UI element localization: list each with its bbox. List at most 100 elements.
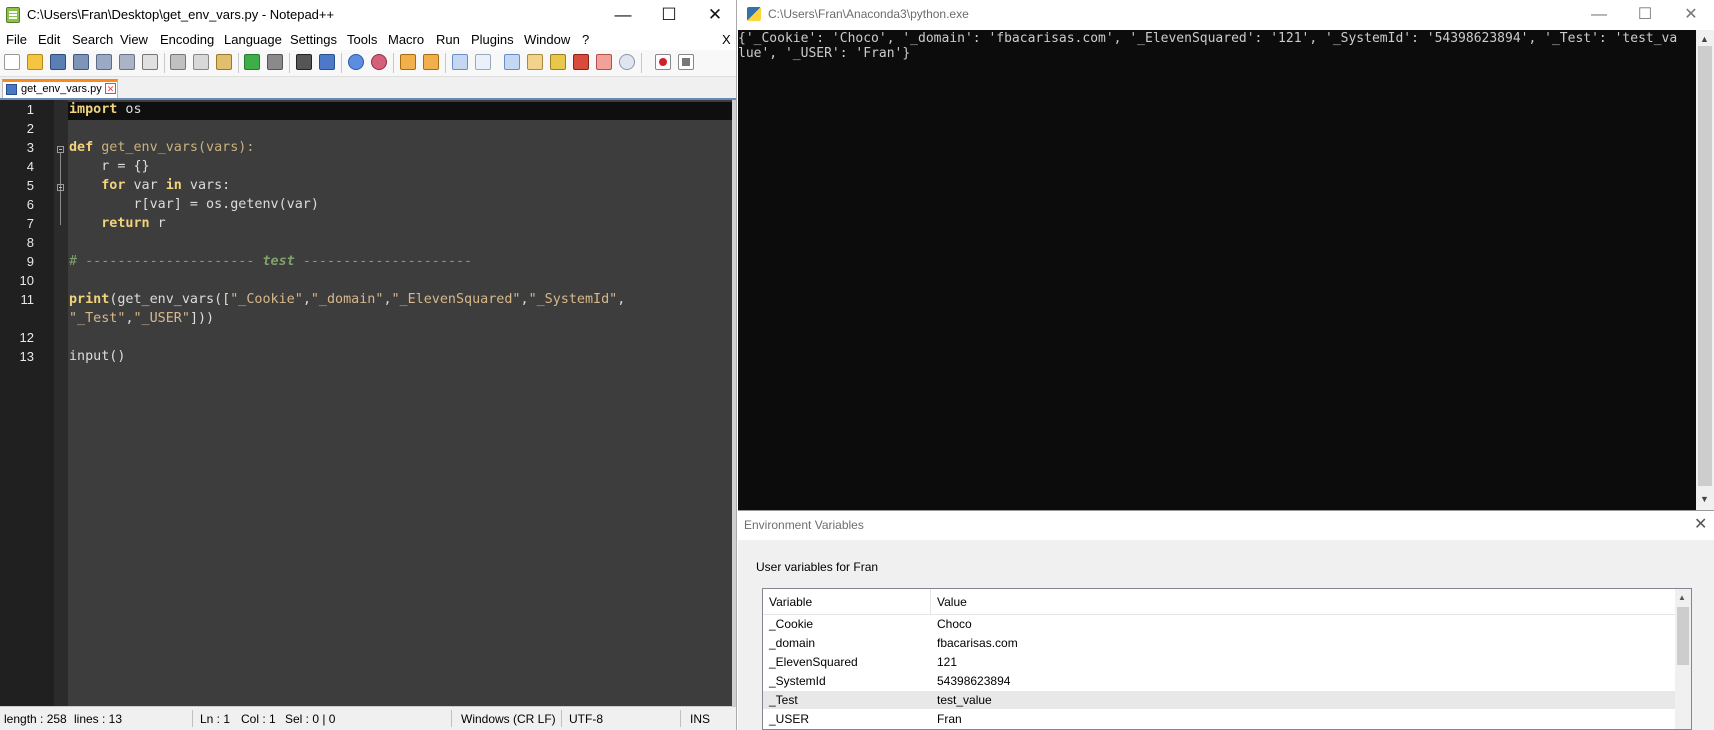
menu-settings[interactable]: Settings (290, 32, 337, 47)
code-line-11: print(get_env_vars(["_Cookie","_domain",… (69, 292, 626, 307)
status-separator (451, 710, 452, 727)
line-number: 2 (26, 121, 34, 136)
table-row-selected[interactable]: _Test test_value (763, 691, 1675, 709)
save-icon[interactable] (50, 54, 66, 70)
scroll-down-icon[interactable]: ▼ (1700, 494, 1709, 504)
menu-help[interactable]: ? (582, 32, 589, 47)
notepad-titlebar: C:\Users\Fran\Desktop\get_env_vars.py - … (0, 0, 736, 30)
dialog-title: Environment Variables (744, 518, 864, 532)
record-macro-icon[interactable] (655, 54, 671, 70)
table-row[interactable]: _ElevenSquared 121 (763, 653, 1675, 671)
notepad-toolbar (0, 50, 736, 77)
column-header-value[interactable]: Value (937, 595, 967, 609)
status-insert-mode: INS (690, 712, 711, 726)
line-number: 12 (19, 330, 34, 345)
close-document-button[interactable]: X (722, 32, 731, 47)
list-scrollbar[interactable]: ▲ (1675, 589, 1691, 729)
user-variables-list[interactable]: Variable Value _Cookie Choco _domain fbaca… (762, 588, 1692, 730)
console-scrollbar[interactable]: ▲ ▼ (1696, 30, 1714, 510)
cut-icon[interactable] (170, 54, 186, 70)
table-row[interactable]: _domain fbacarisas.com (763, 634, 1675, 652)
status-length: length : 258 (4, 712, 67, 726)
close-icon[interactable]: ✕ (692, 0, 736, 30)
code-text-area[interactable]: import os def get_env_vars(vars): r = {}… (68, 100, 733, 706)
close-icon[interactable]: ✕ (1694, 514, 1707, 534)
console-titlebar: C:\Users\Fran\Anaconda3\python.exe — ☐ ✕ (738, 0, 1714, 30)
menu-run[interactable]: Run (436, 32, 460, 47)
scrollbar-thumb[interactable] (1698, 46, 1712, 486)
scroll-up-icon[interactable]: ▲ (1678, 593, 1686, 602)
menu-tools[interactable]: Tools (347, 32, 377, 47)
maximize-icon[interactable]: ☐ (646, 0, 692, 30)
status-line: Ln : 1 (200, 712, 231, 726)
close-icon[interactable]: ✕ (1668, 0, 1714, 30)
menu-encoding[interactable]: Encoding (160, 32, 214, 47)
toolbar-separator (641, 53, 642, 73)
line-number: 11 (20, 292, 35, 307)
fold-margin (54, 100, 68, 706)
menu-macro[interactable]: Macro (388, 32, 424, 47)
toolbar-separator (164, 53, 165, 73)
python-icon (747, 7, 761, 21)
redo-icon[interactable] (267, 54, 283, 70)
variable-name: _ElevenSquared (769, 655, 858, 669)
sync-horizontal-icon[interactable] (423, 54, 439, 70)
close-file-icon[interactable] (96, 54, 112, 70)
code-editor[interactable]: 1 2 3 4 5 6 7 8 9 10 11 12 13 import os … (0, 100, 736, 706)
sync-vertical-icon[interactable] (400, 54, 416, 70)
menu-search[interactable]: Search (72, 32, 113, 47)
undo-icon[interactable] (244, 54, 260, 70)
menu-plugins[interactable]: Plugins (471, 32, 514, 47)
minimize-icon[interactable]: — (1576, 0, 1622, 30)
document-tab-bar: get_env_vars.py ✕ (0, 77, 736, 100)
function-list-icon[interactable] (573, 54, 589, 70)
paste-icon[interactable] (216, 54, 232, 70)
fold-toggle-icon[interactable] (57, 184, 64, 191)
menu-edit[interactable]: Edit (38, 32, 60, 47)
status-bar: length : 258 lines : 13 Ln : 1 Col : 1 S… (0, 706, 736, 730)
show-all-characters-icon[interactable] (475, 54, 491, 70)
menu-window[interactable]: Window (524, 32, 570, 47)
table-row[interactable]: _SystemId 54398623894 (763, 672, 1675, 690)
save-all-icon[interactable] (73, 54, 89, 70)
folder-workspace-icon[interactable] (596, 54, 612, 70)
code-line-3: def get_env_vars(vars): (69, 140, 255, 155)
fold-toggle-icon[interactable] (57, 146, 64, 153)
replace-icon[interactable] (319, 54, 335, 70)
tab-close-icon[interactable]: ✕ (105, 83, 116, 94)
scrollbar-thumb[interactable] (1677, 607, 1689, 665)
stop-macro-icon[interactable] (678, 54, 694, 70)
line-number: 9 (26, 254, 34, 269)
close-all-icon[interactable] (119, 54, 135, 70)
menu-file[interactable]: File (6, 32, 27, 47)
udl-icon[interactable] (527, 54, 543, 70)
monitoring-icon[interactable] (619, 54, 635, 70)
zoom-out-icon[interactable] (371, 54, 387, 70)
scroll-up-icon[interactable]: ▲ (1700, 34, 1709, 44)
line-number: 8 (26, 235, 34, 250)
column-header-variable[interactable]: Variable (769, 595, 812, 609)
zoom-in-icon[interactable] (348, 54, 364, 70)
console-output[interactable]: {'_Cookie': 'Choco', '_domain': 'fbacari… (738, 30, 1696, 510)
list-header: Variable Value (763, 589, 1675, 615)
new-file-icon[interactable] (4, 54, 20, 70)
document-map-icon[interactable] (550, 54, 566, 70)
column-divider[interactable] (930, 589, 931, 614)
status-selection: Sel : 0 | 0 (285, 712, 336, 726)
user-variables-label: User variables for Fran (756, 560, 879, 574)
table-row[interactable]: _USER Fran (763, 710, 1675, 728)
open-file-icon[interactable] (27, 54, 43, 70)
table-row[interactable]: _Cookie Choco (763, 615, 1675, 633)
status-separator (561, 710, 562, 727)
menu-view[interactable]: View (120, 32, 148, 47)
print-icon[interactable] (142, 54, 158, 70)
status-eol: Windows (CR LF) (461, 712, 556, 726)
menu-language[interactable]: Language (224, 32, 282, 47)
indent-guide-icon[interactable] (504, 54, 520, 70)
word-wrap-icon[interactable] (452, 54, 468, 70)
minimize-icon[interactable]: — (600, 0, 646, 30)
tab-get-env-vars[interactable]: get_env_vars.py ✕ (2, 79, 118, 98)
find-icon[interactable] (296, 54, 312, 70)
copy-icon[interactable] (193, 54, 209, 70)
maximize-icon[interactable]: ☐ (1622, 0, 1668, 30)
